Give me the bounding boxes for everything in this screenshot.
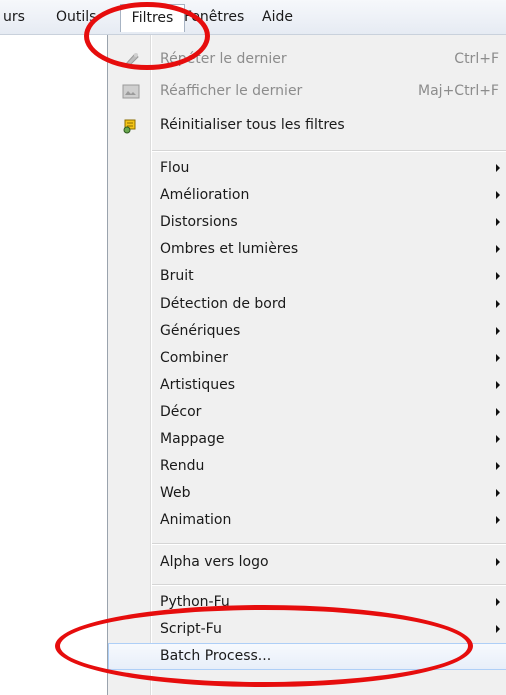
submenu-arrow-icon [496,300,500,308]
menu-item-label: Artistiques [160,377,236,393]
submenu-arrow-icon [496,218,500,226]
menu-item-alpha-vers-logo[interactable]: Alpha vers logo [108,549,506,576]
menu-outils[interactable]: Outils [56,9,96,26]
menu-item-ombres-lumieres[interactable]: Ombres et lumières [108,236,506,263]
menu-item-label: Mappage [160,431,225,447]
submenu-arrow-icon [496,598,500,606]
menu-filtres[interactable]: Filtres [120,4,185,32]
menu-item-label: Réafficher le dernier [160,83,303,99]
menu-item-label: Flou [160,160,190,176]
menu-item-label: Animation [160,512,232,528]
menu-item-label: Alpha vers logo [160,554,269,570]
submenu-arrow-icon [496,164,500,172]
shortcut-label: Ctrl+F [454,51,499,67]
repeat-filter-icon [122,51,140,68]
menu-item-label: Distorsions [160,214,238,230]
separator [152,150,506,151]
menu-item-bruit[interactable]: Bruit [108,263,506,290]
menu-item-python-fu[interactable]: Python-Fu [108,589,506,616]
menu-item-reshow-last[interactable]: Réafficher le dernier Maj+Ctrl+F [108,78,506,105]
separator [152,543,506,544]
submenu-arrow-icon [496,489,500,497]
submenu-arrow-icon [496,435,500,443]
menu-couleurs[interactable]: urs [3,9,25,26]
menu-item-label: Batch Process... [160,648,272,664]
menu-item-label: Détection de bord [160,296,287,312]
menu-item-combiner[interactable]: Combiner [108,345,506,372]
menu-item-label: Réinitialiser tous les filtres [160,117,345,133]
submenu-arrow-icon [496,558,500,566]
menu-item-label: Amélioration [160,187,250,203]
submenu-arrow-icon [496,327,500,335]
menu-item-label: Génériques [160,323,241,339]
submenu-arrow-icon [496,245,500,253]
separator [152,584,506,585]
filters-dropdown-menu: Répéter le dernier Ctrl+F Réafficher le … [107,35,506,695]
submenu-arrow-icon [496,381,500,389]
menubar: urs Outils Filtres Fenêtres Aide [0,0,506,35]
submenu-arrow-icon [496,462,500,470]
submenu-arrow-icon [496,516,500,524]
menu-item-repeat-last[interactable]: Répéter le dernier Ctrl+F [108,46,506,73]
menu-item-flou[interactable]: Flou [108,155,506,182]
menu-item-distorsions[interactable]: Distorsions [108,209,506,236]
menu-item-animation[interactable]: Animation [108,507,506,534]
menu-item-label: Script-Fu [160,621,222,637]
submenu-arrow-icon [496,625,500,633]
menu-item-script-fu[interactable]: Script-Fu [108,616,506,643]
menu-item-mappage[interactable]: Mappage [108,426,506,453]
menu-item-label: Bruit [160,268,194,284]
menu-item-label: Décor [160,404,202,420]
menu-item-label: Ombres et lumières [160,241,299,257]
submenu-arrow-icon [496,408,500,416]
submenu-arrow-icon [496,354,500,362]
reshow-filter-icon [122,83,140,100]
menu-item-label: Combiner [160,350,228,366]
menu-aide[interactable]: Aide [262,9,293,26]
menu-item-generiques[interactable]: Génériques [108,318,506,345]
submenu-arrow-icon [496,272,500,280]
menu-item-label: Répéter le dernier [160,51,287,67]
menu-item-web[interactable]: Web [108,480,506,507]
menu-item-rendu[interactable]: Rendu [108,453,506,480]
submenu-arrow-icon [496,191,500,199]
menu-item-batch-process[interactable]: Batch Process... [108,643,506,670]
shortcut-label: Maj+Ctrl+F [418,83,499,99]
menu-item-reset-all-filters[interactable]: Réinitialiser tous les filtres [108,112,506,139]
menu-fenetres[interactable]: Fenêtres [184,9,244,26]
menu-item-label: Web [160,485,191,501]
reset-filters-icon [122,117,140,134]
menu-item-label: Python-Fu [160,594,230,610]
menu-item-label: Rendu [160,458,205,474]
menu-item-decor[interactable]: Décor [108,399,506,426]
menu-item-detection-bord[interactable]: Détection de bord [108,291,506,318]
menu-item-artistiques[interactable]: Artistiques [108,372,506,399]
menu-item-amelioration[interactable]: Amélioration [108,182,506,209]
